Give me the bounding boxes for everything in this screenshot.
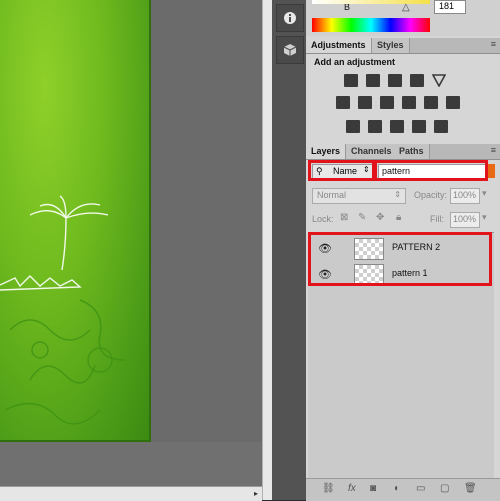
invert-icon[interactable]: [346, 120, 360, 133]
chevron-down-icon[interactable]: ▾: [482, 188, 487, 199]
color-spectrum-bar[interactable]: [312, 18, 430, 32]
tab-paths[interactable]: Paths: [394, 144, 430, 159]
color-lookup-icon[interactable]: [446, 96, 460, 109]
color-value-field[interactable]: 181: [434, 0, 466, 14]
panel-menu-icon[interactable]: ≡: [491, 145, 496, 155]
posterize-icon[interactable]: [368, 120, 382, 133]
exposure-icon[interactable]: [410, 74, 424, 87]
gradient-map-icon[interactable]: [412, 120, 426, 133]
fx-icon[interactable]: fx: [348, 483, 356, 494]
color-panel: B △ 181: [306, 0, 500, 36]
adjustments-heading: Add an adjustment: [314, 57, 396, 67]
document-canvas[interactable]: [0, 0, 151, 442]
layers-tab-bar: Layers Channels Paths ≡: [306, 144, 500, 160]
fill-input[interactable]: 100%: [450, 212, 480, 228]
tab-adjustments[interactable]: Adjustments: [306, 38, 372, 53]
scroll-arrow-icon[interactable]: ▸: [254, 489, 258, 498]
lock-label: Lock:: [312, 214, 334, 224]
mask-icon[interactable]: ◙: [370, 483, 376, 494]
layers-footer: ⛓ fx ◙ ◐ ▭ ▢ 🗑︎: [306, 478, 500, 501]
lock-transparent-icon[interactable]: ⊠: [340, 212, 348, 223]
link-icon[interactable]: ⛓: [322, 483, 335, 494]
tab-styles[interactable]: Styles: [372, 38, 410, 53]
panel-menu-icon[interactable]: ≡: [491, 39, 496, 49]
color-slider-ramp[interactable]: [312, 0, 430, 4]
group-icon[interactable]: ▭: [416, 483, 425, 494]
blend-mode-select[interactable]: Normal ⇕: [312, 188, 406, 204]
lock-all-icon[interactable]: 🔒︎: [396, 212, 401, 223]
slider-handle-icon[interactable]: △: [402, 2, 410, 13]
highlight-filter-text: [374, 160, 488, 181]
color-balance-icon[interactable]: [358, 96, 372, 109]
selective-color-icon[interactable]: [434, 120, 448, 133]
black-white-icon[interactable]: [380, 96, 394, 109]
vibrance-icon[interactable]: [431, 74, 447, 88]
3d-cube-icon[interactable]: [276, 36, 304, 64]
opacity-input[interactable]: 100%: [450, 188, 480, 204]
info-icon[interactable]: [276, 4, 304, 32]
tab-channels[interactable]: Channels: [346, 144, 398, 159]
photo-filter-icon[interactable]: [402, 96, 416, 109]
chevron-down-icon[interactable]: ▾: [482, 212, 487, 223]
highlight-filter-kind: [308, 160, 375, 181]
right-panels: B △ 181 Adjustments Styles ≡ Add an adju…: [306, 0, 500, 501]
trash-icon[interactable]: 🗑︎: [464, 483, 477, 494]
hue-saturation-icon[interactable]: [336, 96, 350, 109]
new-layer-icon[interactable]: ▢: [440, 483, 449, 494]
threshold-icon[interactable]: [390, 120, 404, 133]
fill-label: Fill:: [430, 214, 444, 224]
palm-tree-illustration: [0, 195, 126, 425]
curves-icon[interactable]: [388, 74, 402, 87]
levels-icon[interactable]: [366, 74, 380, 87]
highlight-filtered-layers: [308, 232, 492, 286]
adjustment-layer-icon[interactable]: ◐: [394, 483, 400, 494]
collapsed-panel-strip: [272, 0, 307, 500]
lock-move-icon[interactable]: ✥: [376, 212, 384, 223]
opacity-label: Opacity:: [414, 190, 448, 200]
tab-layers[interactable]: Layers: [306, 144, 347, 159]
lock-brush-icon[interactable]: ✎: [358, 212, 366, 223]
brightness-contrast-icon[interactable]: [344, 74, 358, 87]
channel-mixer-icon[interactable]: [424, 96, 438, 109]
filter-toggle-icon[interactable]: [487, 164, 495, 178]
canvas-pasteboard: [0, 442, 262, 486]
chevron-updown-icon: ⇕: [394, 190, 401, 199]
adjustments-tab-bar: Adjustments Styles ≡: [306, 38, 500, 54]
horizontal-scrollbar[interactable]: ▸: [0, 486, 262, 501]
